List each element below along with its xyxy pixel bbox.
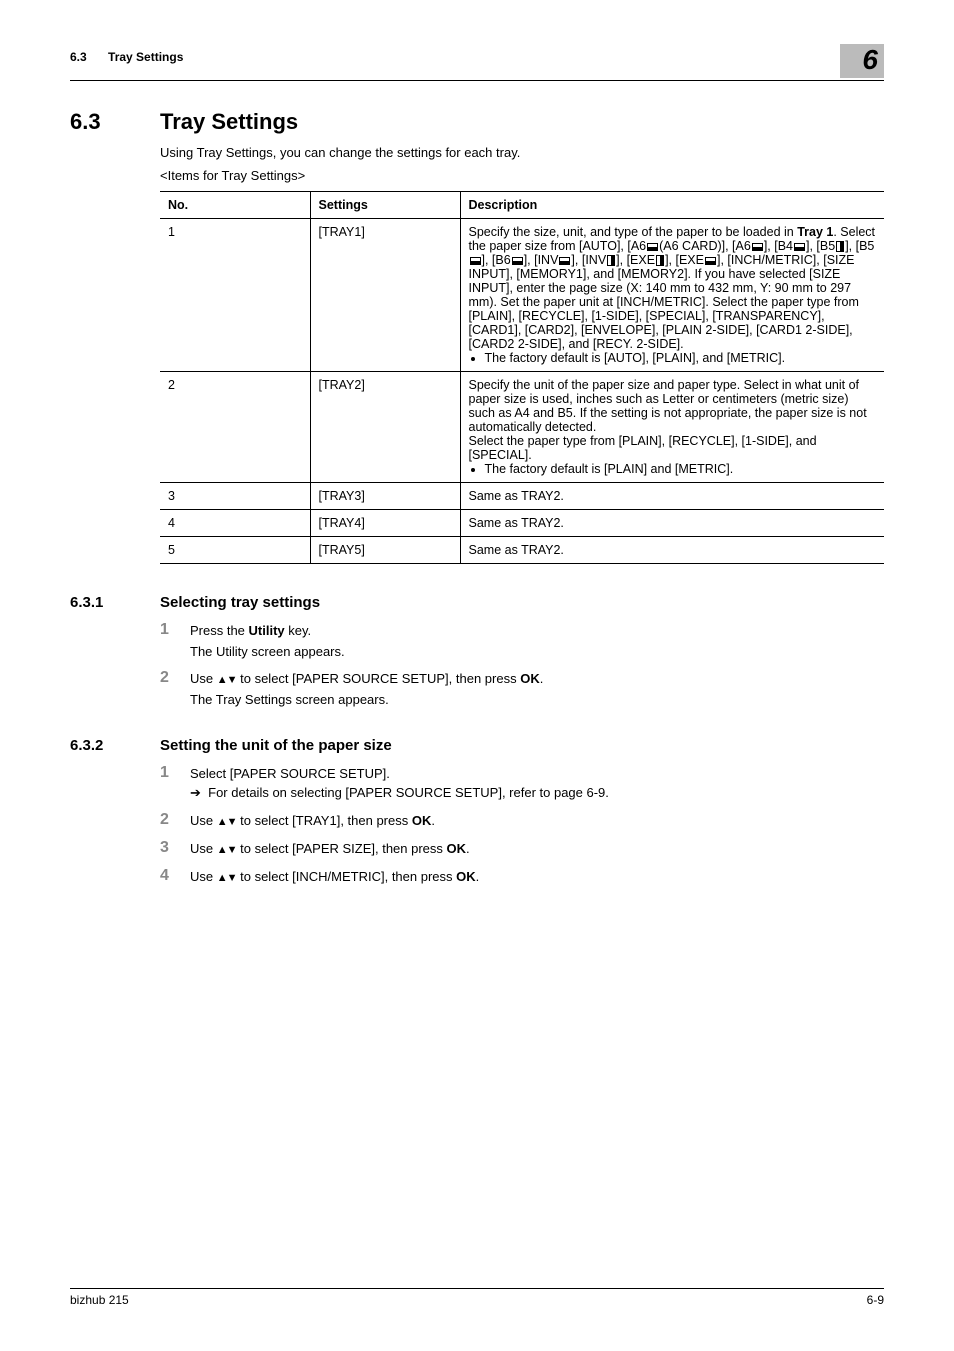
section-heading-row: 6.3 Tray Settings: [70, 109, 884, 135]
landscape-icon: [647, 243, 658, 251]
step-row: 1 Press the Utility key. The Utility scr…: [70, 621, 884, 659]
table-header-no: No.: [160, 192, 310, 219]
section-intro-text: Using Tray Settings, you can change the …: [160, 145, 884, 160]
landscape-icon: [752, 243, 763, 251]
subsection-title: Selecting tray settings: [160, 594, 320, 611]
table-header-settings: Settings: [310, 192, 460, 219]
cell-bullet: The factory default is [PLAIN] and [METR…: [485, 462, 877, 476]
portrait-icon: [607, 255, 615, 266]
step-body: Select [PAPER SOURCE SETUP]. ➔ For detai…: [190, 764, 884, 801]
table-row: 5 [TRAY5] Same as TRAY2.: [160, 537, 884, 564]
page-footer: bizhub 215 6-9: [70, 1288, 884, 1307]
cell-no: 3: [160, 483, 310, 510]
page-header: 6.3 Tray Settings 6: [70, 50, 884, 81]
cell-description: Specify the unit of the paper size and p…: [460, 372, 884, 483]
portrait-icon: [836, 241, 844, 252]
up-down-arrow-icon: ▲▼: [217, 844, 237, 856]
landscape-icon: [559, 257, 570, 265]
up-down-arrow-icon: ▲▼: [217, 674, 237, 686]
step-number: 4: [160, 867, 190, 885]
step-row: 2 Use ▲▼ to select [PAPER SOURCE SETUP],…: [70, 669, 884, 707]
cell-settings: [TRAY2]: [310, 372, 460, 483]
step-result: The Utility screen appears.: [190, 644, 884, 659]
cell-settings: [TRAY4]: [310, 510, 460, 537]
cell-settings: [TRAY1]: [310, 219, 460, 372]
up-down-arrow-icon: ▲▼: [217, 816, 237, 828]
step-row: 4 Use ▲▼ to select [INCH/METRIC], then p…: [70, 867, 884, 885]
subsection-title: Setting the unit of the paper size: [160, 737, 392, 754]
footer-right: 6-9: [867, 1293, 884, 1307]
subsection-number: 6.3.1: [70, 594, 160, 611]
table-row: 4 [TRAY4] Same as TRAY2.: [160, 510, 884, 537]
landscape-icon: [705, 257, 716, 265]
table-row: 2 [TRAY2] Specify the unit of the paper …: [160, 372, 884, 483]
step-body: Use ▲▼ to select [INCH/METRIC], then pre…: [190, 867, 884, 885]
items-for-text: <Items for Tray Settings>: [160, 168, 884, 183]
section-number: 6.3: [70, 109, 160, 135]
cell-no: 4: [160, 510, 310, 537]
cell-description: Same as TRAY2.: [460, 483, 884, 510]
step-row: 1 Select [PAPER SOURCE SETUP]. ➔ For det…: [70, 764, 884, 801]
step-body: Use ▲▼ to select [PAPER SOURCE SETUP], t…: [190, 669, 884, 707]
landscape-icon: [794, 243, 805, 251]
up-down-arrow-icon: ▲▼: [217, 872, 237, 884]
portrait-icon: [656, 255, 664, 266]
footer-left: bizhub 215: [70, 1293, 129, 1307]
chapter-tab: 6: [840, 44, 884, 78]
cell-settings: [TRAY3]: [310, 483, 460, 510]
cell-settings: [TRAY5]: [310, 537, 460, 564]
subsection-heading-row: 6.3.1 Selecting tray settings: [70, 594, 884, 611]
landscape-icon: [512, 257, 523, 265]
step-body: Use ▲▼ to select [PAPER SIZE], then pres…: [190, 839, 884, 857]
step-body: Use ▲▼ to select [TRAY1], then press OK.: [190, 811, 884, 829]
header-section-name: Tray Settings: [108, 50, 183, 64]
section-title: Tray Settings: [160, 109, 298, 135]
step-number: 2: [160, 669, 190, 707]
step-subnote: ➔ For details on selecting [PAPER SOURCE…: [190, 785, 884, 801]
step-number: 1: [160, 764, 190, 801]
header-section-number: 6.3: [70, 50, 87, 64]
step-row: 3 Use ▲▼ to select [PAPER SIZE], then pr…: [70, 839, 884, 857]
subsection-number: 6.3.2: [70, 737, 160, 754]
step-number: 1: [160, 621, 190, 659]
landscape-icon: [470, 257, 481, 265]
table-row: 3 [TRAY3] Same as TRAY2.: [160, 483, 884, 510]
table-header-description: Description: [460, 192, 884, 219]
table-row: 1 [TRAY1] Specify the size, unit, and ty…: [160, 219, 884, 372]
cell-description: Same as TRAY2.: [460, 537, 884, 564]
step-number: 2: [160, 811, 190, 829]
cell-description: Specify the size, unit, and type of the …: [460, 219, 884, 372]
step-number: 3: [160, 839, 190, 857]
step-result: The Tray Settings screen appears.: [190, 692, 884, 707]
cell-no: 1: [160, 219, 310, 372]
cell-no: 2: [160, 372, 310, 483]
header-left: 6.3 Tray Settings: [70, 50, 183, 64]
cell-no: 5: [160, 537, 310, 564]
step-row: 2 Use ▲▼ to select [TRAY1], then press O…: [70, 811, 884, 829]
subsection-heading-row: 6.3.2 Setting the unit of the paper size: [70, 737, 884, 754]
tray-settings-table: No. Settings Description 1 [TRAY1] Speci…: [160, 191, 884, 564]
step-body: Press the Utility key. The Utility scree…: [190, 621, 884, 659]
cell-description: Same as TRAY2.: [460, 510, 884, 537]
cell-bullet: The factory default is [AUTO], [PLAIN], …: [485, 351, 877, 365]
arrow-right-icon: ➔: [190, 785, 201, 800]
